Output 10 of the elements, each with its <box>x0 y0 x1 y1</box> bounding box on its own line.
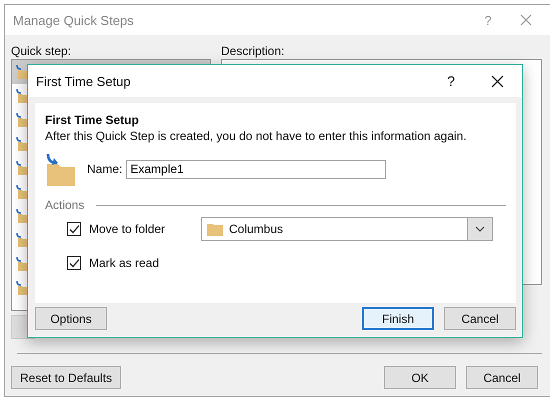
setup-description: After this Quick Step is created, you do not have to enter this information again. <box>45 128 468 144</box>
window-title: Manage Quick Steps <box>13 12 135 28</box>
checkbox-label: Move to folder <box>89 222 166 236</box>
name-label: Name: <box>87 162 122 176</box>
checkbox-label: Mark as read <box>89 256 160 270</box>
dialog-title: First Time Setup <box>36 74 132 88</box>
setup-heading: First Time Setup <box>45 113 140 128</box>
quick-step-label: Quick step: <box>11 43 72 59</box>
description-label: Description: <box>221 43 286 59</box>
actions-label: Actions <box>45 198 84 212</box>
